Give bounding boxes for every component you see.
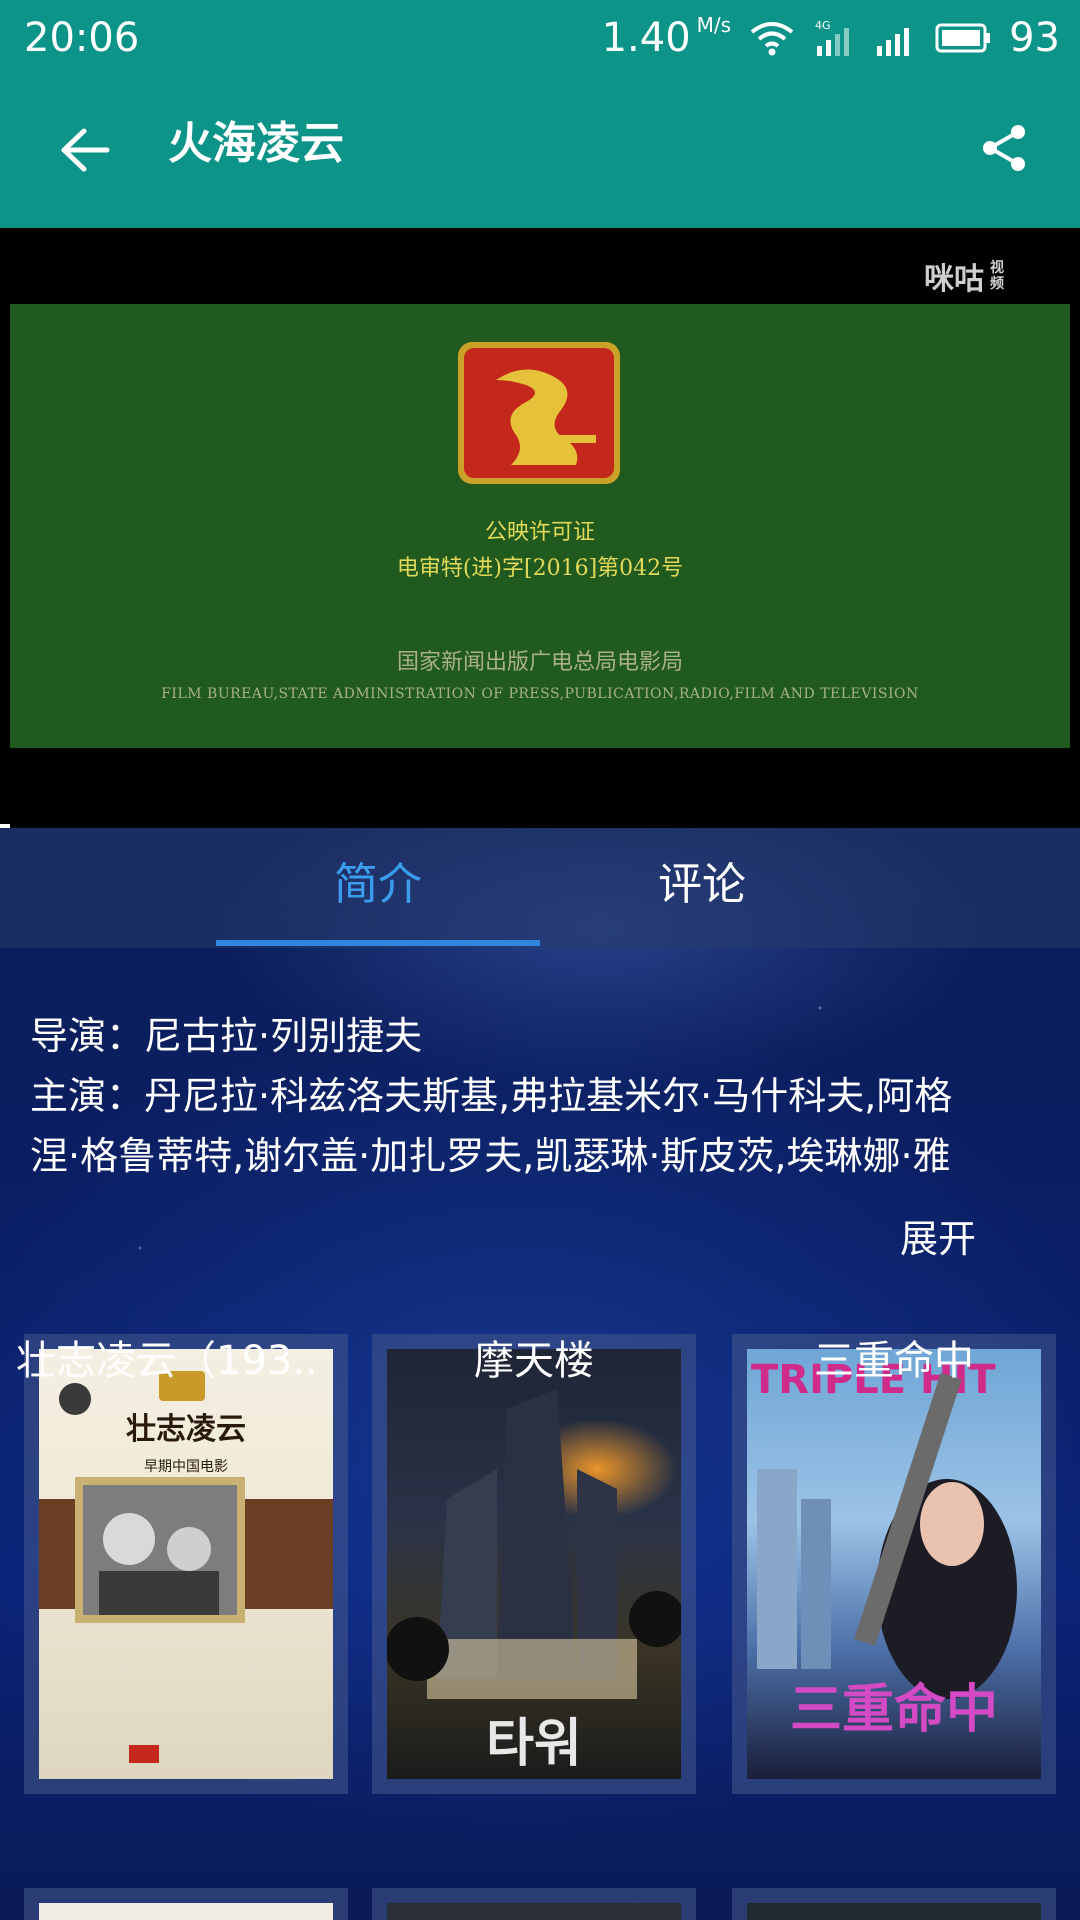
network-speed-value: 1.40 — [601, 15, 691, 61]
cast-line: 主演：丹尼拉·科兹洛夫斯基,弗拉基米尔·马什科夫,阿格 — [30, 1074, 953, 1118]
recommendation-card-partial[interactable] — [372, 1888, 696, 1920]
tab-comments[interactable]: 评论 — [540, 850, 864, 920]
poster-heading: 壮志凌云 — [126, 1412, 246, 1447]
card-title[interactable]: 壮志凌云（193.. — [16, 1328, 356, 1386]
movie-poster: 타워 — [387, 1349, 681, 1779]
bureau-chinese: 国家新闻出版广电总局电影局 — [396, 650, 683, 675]
signal-4g-icon: 4G — [813, 18, 857, 58]
director-line: 导演：尼古拉·列别捷夫 — [30, 1014, 423, 1058]
network-speed: 1.40 M/s — [602, 15, 731, 61]
tab-bar: 简介 评论 — [0, 828, 1080, 948]
arrow-left-icon — [60, 128, 110, 176]
license-title: 公映许可证 — [484, 520, 595, 545]
share-button[interactable] — [968, 114, 1040, 186]
recommendation-card-partial[interactable] — [732, 1888, 1056, 1920]
battery-level: 93 — [1009, 15, 1060, 61]
back-button[interactable] — [40, 116, 130, 188]
tab-intro[interactable]: 简介 — [216, 850, 540, 920]
movie-poster — [387, 1903, 681, 1920]
card-title[interactable]: 摩天楼 — [372, 1328, 696, 1386]
wifi-icon — [749, 18, 795, 58]
movie-poster — [39, 1903, 333, 1920]
recommendation-card[interactable]: 壮志凌云 早期中国电影 — [24, 1334, 348, 1794]
expand-button[interactable]: 展开 — [900, 1208, 976, 1263]
cast-line-continued: 涅·格鲁蒂特,谢尔盖·加扎罗夫,凯瑟琳·斯皮茨,埃琳娜·雅 — [30, 1134, 951, 1178]
video-frame: 公映许可证 电审特(进)字[2016]第042号 国家新闻出版广电总局电影局 F… — [10, 304, 1070, 748]
recommendation-card-partial[interactable] — [24, 1888, 348, 1920]
network-speed-unit: M/s — [696, 13, 732, 37]
status-right: 1.40 M/s 4G 93 — [602, 14, 1060, 62]
app-bar: 火海凌云 — [0, 76, 1080, 228]
poster-subtitle: 早期中国电影 — [144, 1459, 228, 1475]
video-watermark: 咪咕 视频 — [924, 254, 1008, 298]
watermark-logo: 咪咕 — [924, 262, 984, 297]
video-player[interactable]: 咪咕 视频 公映许可证 电审特(进)字[2016]第042号 国家新闻出版广电总… — [0, 228, 1080, 828]
card-title[interactable]: 三重命中 — [732, 1328, 1056, 1386]
signal-icon — [875, 18, 917, 58]
poster-subtitle: 三重命中 — [790, 1680, 998, 1740]
status-bar: 20:06 1.40 M/s 4G 93 — [0, 0, 1080, 76]
movie-poster: TRIPLE HIT 三重命中 — [747, 1349, 1041, 1779]
watermark-sub: 视频 — [990, 260, 1004, 292]
poster-heading: 타워 — [486, 1714, 582, 1774]
movie-poster: 壮志凌云 早期中国电影 — [39, 1349, 333, 1779]
status-time: 20:06 — [24, 15, 140, 61]
detail-content: 简介 评论 导演：尼古拉·列别捷夫 主演：丹尼拉·科兹洛夫斯基,弗拉基米尔·马什… — [0, 828, 1080, 1920]
movie-info: 导演：尼古拉·列别捷夫 主演：丹尼拉·科兹洛夫斯基,弗拉基米尔·马什科夫,阿格 … — [30, 1006, 1050, 1186]
page-title: 火海凌云 — [168, 118, 344, 169]
share-icon — [980, 123, 1028, 177]
recommendation-card[interactable]: 타워 — [372, 1334, 696, 1794]
license-number: 电审特(进)字[2016]第042号 — [396, 556, 684, 581]
dragon-logo-icon — [458, 342, 620, 484]
bureau-english: FILM BUREAU,STATE ADMINISTRATION OF PRES… — [161, 686, 919, 702]
battery-icon — [935, 22, 991, 54]
movie-poster — [747, 1903, 1041, 1920]
tab-indicator — [216, 940, 540, 946]
network-type-label: 4G — [815, 19, 831, 32]
recommendation-card[interactable]: TRIPLE HIT 三重命中 — [732, 1334, 1056, 1794]
